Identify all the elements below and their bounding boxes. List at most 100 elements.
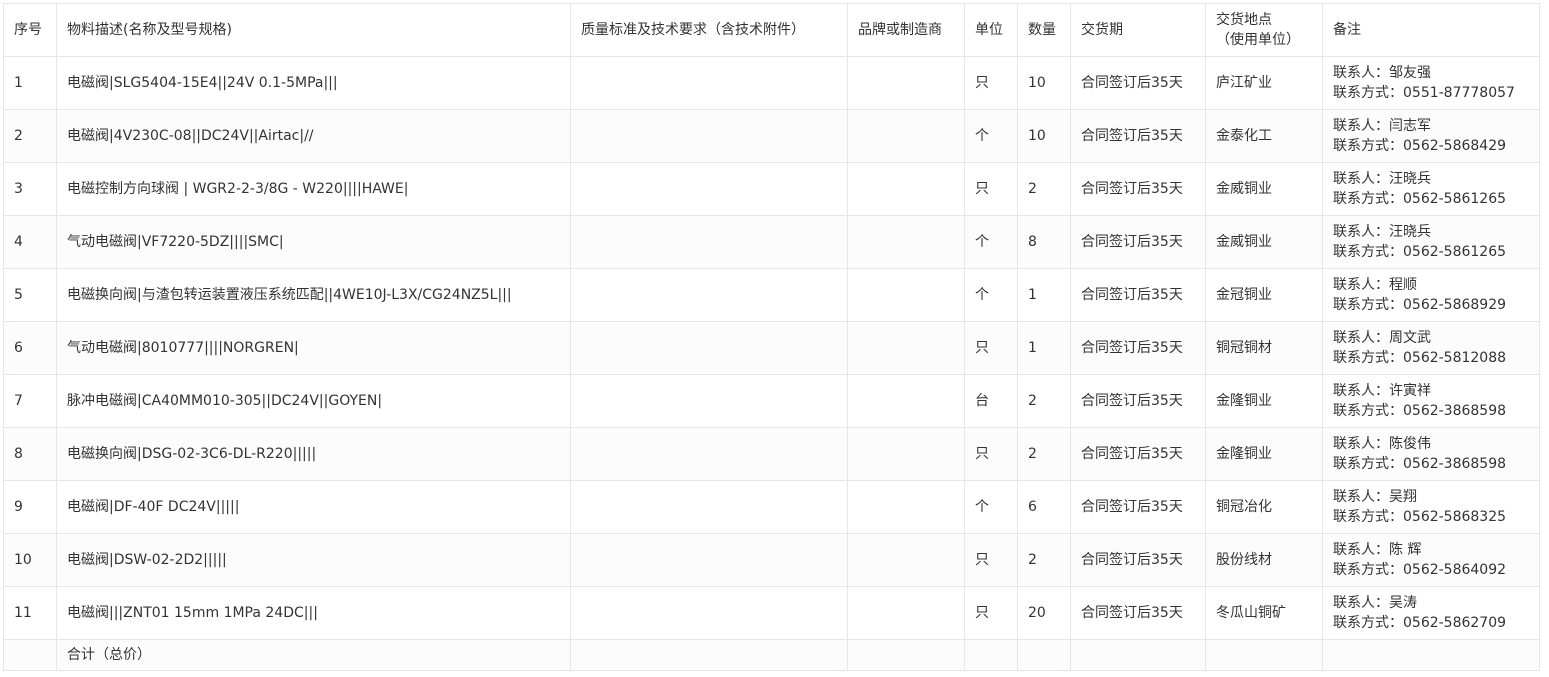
contact-phone: 联系方式：0562-3868598 [1333, 403, 1507, 419]
table-row: 8 电磁换向阀|DSG-02-3C6-DL-R220||||| 只 2 合同签订后35天… [3, 427, 1540, 481]
table-row: 10 电磁阀|DSW-02-2D2||||| 只 2 合同签订后35天 股份线材 联系人：陈… [3, 533, 1540, 587]
cell-index: 2 [3, 109, 57, 163]
cell-remark: 联系人：闫志军 联系方式：0562-5868429 [1322, 109, 1540, 163]
cell-delivery: 合同签订后35天 [1070, 162, 1206, 216]
cell-quantity: 2 [1017, 533, 1071, 587]
cell-quantity: 20 [1017, 586, 1071, 640]
cell-brand [847, 109, 965, 163]
table-row: 3 电磁控制方向球阀 | WGR2-2-3/8G - W220||||HAWE| 只… [3, 162, 1540, 216]
cell-brand [847, 215, 965, 269]
table-row: 9 电磁阀|DF-40F DC24V||||| 个 6 合同签订后35天 铜冠冶化 联系人：… [3, 480, 1540, 534]
contact-phone: 联系方式：0562-5864092 [1333, 562, 1507, 578]
total-cell [1322, 639, 1540, 671]
cell-delivery: 合同签订后35天 [1070, 215, 1206, 269]
cell-quality [570, 162, 848, 216]
cell-description: 脉冲电磁阀|CA40MM010-305||DC24V||GOYEN| [56, 374, 571, 428]
cell-unit: 个 [964, 268, 1018, 322]
total-cell [1017, 639, 1071, 671]
cell-brand [847, 162, 965, 216]
table-row: 4 气动电磁阀|VF7220-5DZ||||SMC| 个 8 合同签订后35天 金威铜业联… [3, 215, 1540, 269]
cell-description: 电磁阀|DSW-02-2D2||||| [56, 533, 571, 587]
header-location: 交货地点 （使用单位） [1205, 3, 1323, 57]
cell-quality [570, 268, 848, 322]
cell-brand [847, 586, 965, 640]
total-cell [1205, 639, 1323, 671]
cell-index: 3 [3, 162, 57, 216]
table-row: 1 电磁阀|SLG5404-15E4||24V 0.1-5MPa||| 只 10 合同签… [3, 56, 1540, 110]
cell-unit: 只 [964, 427, 1018, 481]
cell-brand [847, 374, 965, 428]
cell-unit: 个 [964, 480, 1018, 534]
cell-quantity: 10 [1017, 56, 1071, 110]
total-cell [847, 639, 965, 671]
header-remark: 备注 [1322, 3, 1540, 57]
cell-delivery: 合同签订后35天 [1070, 480, 1206, 534]
header-brand: 品牌或制造商 [847, 3, 965, 57]
total-cell [3, 639, 57, 671]
cell-index: 4 [3, 215, 57, 269]
table-body: 1 电磁阀|SLG5404-15E4||24V 0.1-5MPa||| 只 10 合同签… [3, 56, 1540, 671]
contact-phone: 联系方式：0562-3868598 [1333, 456, 1507, 472]
cell-brand [847, 533, 965, 587]
table-row: 5 电磁换向阀|与渣包转运装置液压系统匹配||4WE10J-L3X/CG24NZ5… [3, 268, 1540, 322]
cell-location: 铜冠冶化 [1205, 480, 1323, 534]
cell-quantity: 2 [1017, 374, 1071, 428]
cell-location: 金威铜业 [1205, 215, 1323, 269]
cell-index: 1 [3, 56, 57, 110]
cell-index: 9 [3, 480, 57, 534]
cell-brand [847, 56, 965, 110]
total-cell [964, 639, 1018, 671]
cell-index: 8 [3, 427, 57, 481]
cell-location: 金泰化工 [1205, 109, 1323, 163]
cell-brand [847, 321, 965, 375]
cell-location: 股份线材 [1205, 533, 1323, 587]
contact-person: 联系人：许寅祥 [1333, 383, 1431, 399]
cell-delivery: 合同签订后35天 [1070, 56, 1206, 110]
cell-quality [570, 374, 848, 428]
cell-location: 金冠铜业 [1205, 268, 1323, 322]
contact-phone: 联系方式：0562-5868325 [1333, 509, 1507, 525]
cell-description: 电磁阀|||ZNT01 15mm 1MPa 24DC||| [56, 586, 571, 640]
cell-location: 冬瓜山铜矿 [1205, 586, 1323, 640]
contact-phone: 联系方式：0562-5868429 [1333, 138, 1507, 154]
header-quantity: 数量 [1017, 3, 1071, 57]
cell-quality [570, 321, 848, 375]
header-location-label: 交货地点 [1216, 12, 1272, 28]
cell-remark: 联系人：汪晓兵 联系方式：0562-5861265 [1322, 215, 1540, 269]
contact-phone: 联系方式：0562-5861265 [1333, 191, 1507, 207]
table-row: 7 脉冲电磁阀|CA40MM010-305||DC24V||GOYEN| 台 2 合同签… [3, 374, 1540, 428]
cell-delivery: 合同签订后35天 [1070, 268, 1206, 322]
cell-description: 气动电磁阀|VF7220-5DZ||||SMC| [56, 215, 571, 269]
cell-quality [570, 480, 848, 534]
cell-index: 6 [3, 321, 57, 375]
table-row: 6 气动电磁阀|8010777||||NORGREN| 只 1 合同签订后35天 铜冠铜材… [3, 321, 1540, 375]
table-row: 2 电磁阀|4V230C-08||DC24V||Airtac|// 个 10 合同签订后… [3, 109, 1540, 163]
cell-unit: 只 [964, 56, 1018, 110]
cell-remark: 联系人：汪晓兵 联系方式：0562-5861265 [1322, 162, 1540, 216]
cell-unit: 只 [964, 321, 1018, 375]
contact-person: 联系人：汪晓兵 [1333, 224, 1431, 240]
cell-description: 电磁阀|4V230C-08||DC24V||Airtac|// [56, 109, 571, 163]
cell-quantity: 2 [1017, 427, 1071, 481]
table-row: 11 电磁阀|||ZNT01 15mm 1MPa 24DC||| 只 20 合同签订后3… [3, 586, 1540, 640]
cell-quality [570, 56, 848, 110]
cell-index: 7 [3, 374, 57, 428]
cell-quantity: 10 [1017, 109, 1071, 163]
header-unit: 单位 [964, 3, 1018, 57]
contact-person: 联系人：陈俊伟 [1333, 436, 1431, 452]
total-cell [1070, 639, 1206, 671]
cell-unit: 台 [964, 374, 1018, 428]
header-index: 序号 [3, 3, 57, 57]
cell-quality [570, 215, 848, 269]
cell-delivery: 合同签订后35天 [1070, 533, 1206, 587]
cell-description: 电磁阀|DF-40F DC24V||||| [56, 480, 571, 534]
header-location-sub: （使用单位） [1216, 32, 1300, 48]
cell-description: 电磁控制方向球阀 | WGR2-2-3/8G - W220||||HAWE| [56, 162, 571, 216]
cell-quantity: 1 [1017, 268, 1071, 322]
cell-unit: 个 [964, 215, 1018, 269]
contact-phone: 联系方式：0562-5868929 [1333, 297, 1507, 313]
cell-location: 金隆铜业 [1205, 427, 1323, 481]
total-label: 合计（总价） [56, 639, 571, 671]
cell-remark: 联系人：陈 辉联系方式：0562-5864092 [1322, 533, 1540, 587]
procurement-table: 序号 物料描述(名称及型号规格) 质量标准及技术要求（含技术附件） 品牌或制造商… [3, 3, 1540, 671]
